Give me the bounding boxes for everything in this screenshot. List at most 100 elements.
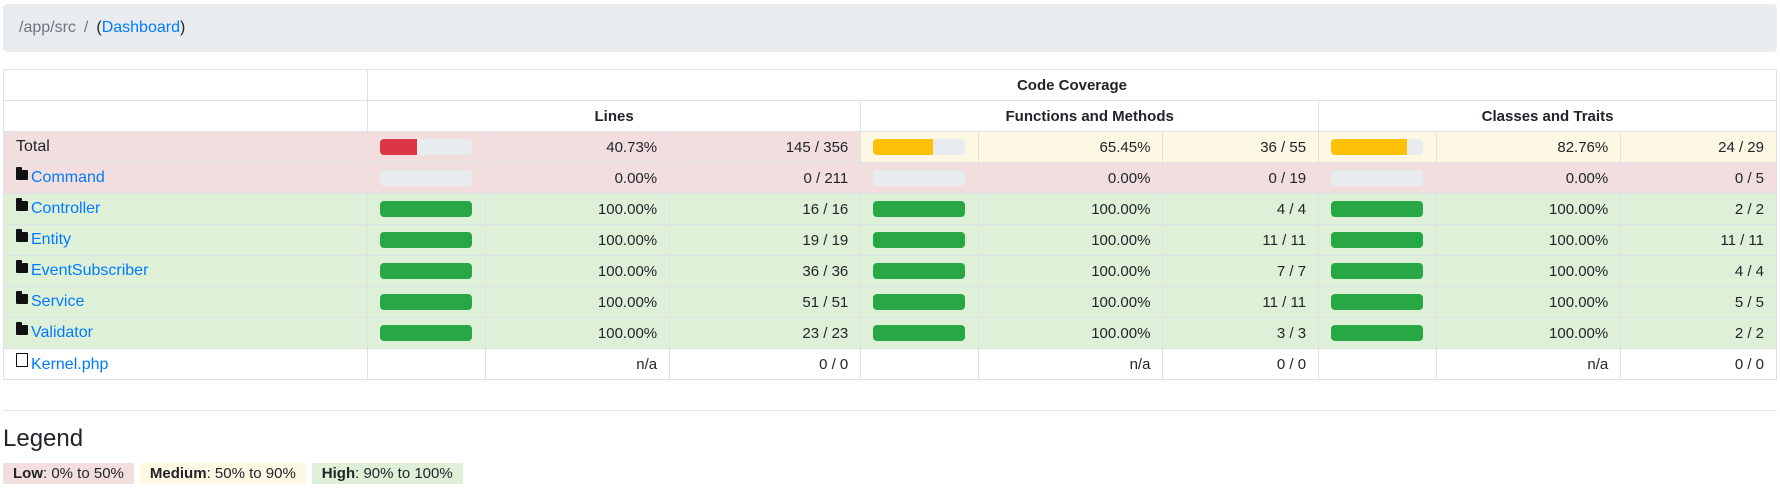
- coverage-progress-bar: [1331, 139, 1424, 155]
- funcs-ratio: 11 / 11: [1162, 224, 1320, 256]
- coverage-progress-bar: [1331, 232, 1424, 248]
- lines-ratio: 51 / 51: [669, 286, 862, 318]
- classes-ratio: 4 / 4: [1620, 255, 1777, 287]
- lines-bar-cell: [366, 317, 486, 349]
- lines-bar-cell: [366, 162, 486, 194]
- row-name-cell: Total: [3, 131, 368, 163]
- coverage-progress-fill: [873, 139, 934, 155]
- lines-ratio: 36 / 36: [669, 255, 862, 287]
- coverage-table: Code Coverage Lines Functions and Method…: [3, 69, 1778, 380]
- directory-link[interactable]: Controller: [31, 200, 100, 217]
- coverage-progress-fill: [873, 201, 966, 217]
- breadcrumb-close-paren: ): [179, 19, 186, 36]
- functions-header: Functions and Methods: [860, 100, 1320, 132]
- classes-bar-cell: [1318, 348, 1437, 380]
- classes-percent: 100.00%: [1435, 224, 1622, 256]
- breadcrumb: /app/src / (Dashboard): [3, 4, 1777, 52]
- funcs-ratio: 11 / 11: [1162, 286, 1320, 318]
- lines-ratio: 23 / 23: [669, 317, 862, 349]
- breadcrumb-separator: /: [83, 19, 89, 36]
- funcs-bar-cell: [860, 224, 980, 256]
- coverage-progress-bar: [873, 232, 966, 248]
- classes-percent: 0.00%: [1435, 162, 1622, 194]
- lines-percent: 100.00%: [484, 255, 671, 287]
- folder-icon: [16, 260, 28, 273]
- funcs-ratio: 7 / 7: [1162, 255, 1320, 287]
- classes-percent: 100.00%: [1435, 286, 1622, 318]
- row-name-cell: Entity: [3, 224, 368, 256]
- lines-ratio: 0 / 0: [669, 348, 862, 380]
- funcs-percent: 100.00%: [978, 255, 1164, 287]
- directory-link[interactable]: Command: [31, 169, 105, 186]
- legend-title: Legend: [3, 425, 84, 452]
- lines-header: Lines: [366, 100, 862, 132]
- lines-bar-cell: [366, 131, 486, 163]
- dashboard-link[interactable]: Dashboard: [102, 19, 180, 37]
- table-row: Entity 100.00% 19 / 19 100.00% 11 / 11 100.00…: [3, 224, 1777, 256]
- table-row: Total 40.73% 145 / 356 65.45% 36 / 55 82.76% 2…: [3, 131, 1777, 163]
- coverage-progress-fill: [379, 294, 472, 310]
- directory-link[interactable]: Service: [31, 293, 84, 310]
- classes-ratio: 2 / 2: [1620, 317, 1777, 349]
- coverage-progress-fill: [1331, 325, 1424, 341]
- file-link[interactable]: Kernel.php: [31, 356, 108, 373]
- coverage-progress-fill: [1331, 232, 1424, 248]
- directory-link[interactable]: Validator: [31, 324, 93, 341]
- funcs-percent: 100.00%: [978, 193, 1164, 225]
- funcs-percent: 100.00%: [978, 317, 1164, 349]
- coverage-progress-bar: [873, 170, 966, 186]
- legend-low: Low: 0% to 50%: [3, 463, 134, 484]
- row-name-cell: Service: [3, 286, 368, 318]
- coverage-progress-fill: [873, 232, 966, 248]
- classes-ratio: 5 / 5: [1620, 286, 1777, 318]
- folder-icon: [16, 167, 28, 180]
- funcs-percent: n/a: [978, 348, 1164, 380]
- coverage-progress-bar: [379, 201, 472, 217]
- table-row: Service 100.00% 51 / 51 100.00% 11 / 11 100.0…: [3, 286, 1777, 318]
- folder-icon: [16, 291, 28, 304]
- row-name-cell: Kernel.php: [3, 348, 368, 380]
- lines-bar-cell: [366, 286, 486, 318]
- row-name-cell: Validator: [3, 317, 368, 349]
- funcs-percent: 65.45%: [978, 131, 1164, 163]
- coverage-progress-bar: [379, 294, 472, 310]
- coverage-progress-fill: [873, 325, 966, 341]
- coverage-progress-fill: [379, 232, 472, 248]
- row-name-cell: Command: [3, 162, 368, 194]
- directory-link[interactable]: EventSubscriber: [31, 262, 148, 279]
- funcs-bar-cell: [860, 131, 980, 163]
- folder-icon: [16, 229, 28, 242]
- classes-percent: 82.76%: [1435, 131, 1622, 163]
- coverage-progress-bar: [873, 263, 966, 279]
- directory-link[interactable]: Entity: [31, 231, 71, 248]
- coverage-progress-fill: [379, 263, 472, 279]
- lines-bar-cell: [366, 193, 486, 225]
- classes-ratio: 0 / 0: [1620, 348, 1777, 380]
- coverage-progress-bar: [1331, 201, 1424, 217]
- classes-ratio: 0 / 5: [1620, 162, 1777, 194]
- coverage-progress-bar: [873, 325, 966, 341]
- file-code-icon: [16, 352, 28, 367]
- lines-percent: 40.73%: [484, 131, 671, 163]
- classes-percent: 100.00%: [1435, 255, 1622, 287]
- coverage-progress-bar: [379, 325, 472, 341]
- coverage-progress-fill: [1331, 139, 1408, 155]
- lines-ratio: 145 / 356: [669, 131, 862, 163]
- coverage-progress-fill: [1331, 294, 1424, 310]
- funcs-percent: 100.00%: [978, 286, 1164, 318]
- classes-bar-cell: [1318, 162, 1437, 194]
- coverage-progress-bar: [1331, 294, 1424, 310]
- lines-bar-cell: [366, 255, 486, 287]
- code-coverage-header: Code Coverage: [366, 69, 1778, 101]
- lines-ratio: 16 / 16: [669, 193, 862, 225]
- breadcrumb-path: /app/src: [19, 19, 76, 36]
- coverage-progress-bar: [379, 170, 472, 186]
- coverage-progress-fill: [379, 325, 472, 341]
- funcs-ratio: 0 / 0: [1162, 348, 1320, 380]
- funcs-ratio: 36 / 55: [1162, 131, 1320, 163]
- coverage-progress-fill: [379, 201, 472, 217]
- coverage-progress-bar: [379, 263, 472, 279]
- lines-bar-cell: [366, 348, 486, 380]
- coverage-progress-fill: [873, 294, 966, 310]
- lines-percent: 0.00%: [484, 162, 671, 194]
